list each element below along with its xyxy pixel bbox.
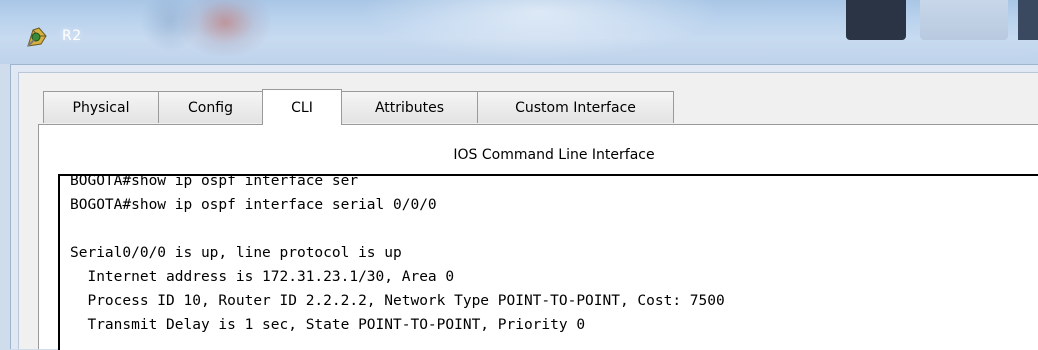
tab-label: Physical: [72, 99, 130, 116]
window-control-button[interactable]: [920, 0, 1008, 40]
titlebar-glow: [360, 0, 720, 60]
console-line: BOGOTA#show ip ospf interface ser: [70, 174, 359, 189]
tab-label: CLI: [291, 99, 313, 116]
console-line: Serial0/0/0 is up, line protocol is up: [70, 245, 402, 261]
tab-label: Config: [188, 99, 233, 116]
tab-cli[interactable]: CLI: [262, 89, 342, 125]
tab-label: Custom Interface: [515, 99, 636, 116]
console-line: BOGOTA#show ip ospf interface serial 0/0…: [70, 197, 437, 213]
window-title: R2: [62, 28, 82, 44]
console-line: Internet address is 172.31.23.1/30, Area…: [70, 269, 455, 285]
window-control-button[interactable]: [846, 0, 906, 40]
tab-label: Attributes: [374, 99, 445, 116]
tab-config[interactable]: Config: [158, 91, 263, 123]
packet-tracer-router-icon[interactable]: [24, 24, 50, 50]
cli-console[interactable]: BOGOTA#show ip ospf interface ser BOGOTA…: [58, 174, 1038, 350]
tab-custom-interface[interactable]: Custom Interface: [477, 91, 674, 123]
panel-title: IOS Command Line Interface: [453, 147, 655, 163]
window-control-button[interactable]: [1018, 0, 1038, 40]
titlebar-glow: [180, 0, 270, 56]
title-bar[interactable]: R2: [0, 0, 1038, 64]
console-line: Process ID 10, Router ID 2.2.2.2, Networ…: [70, 293, 725, 309]
tab-attributes[interactable]: Attributes: [341, 91, 478, 123]
tab-physical[interactable]: Physical: [43, 91, 159, 123]
console-line: Transmit Delay is 1 sec, State POINT-TO-…: [70, 317, 586, 333]
